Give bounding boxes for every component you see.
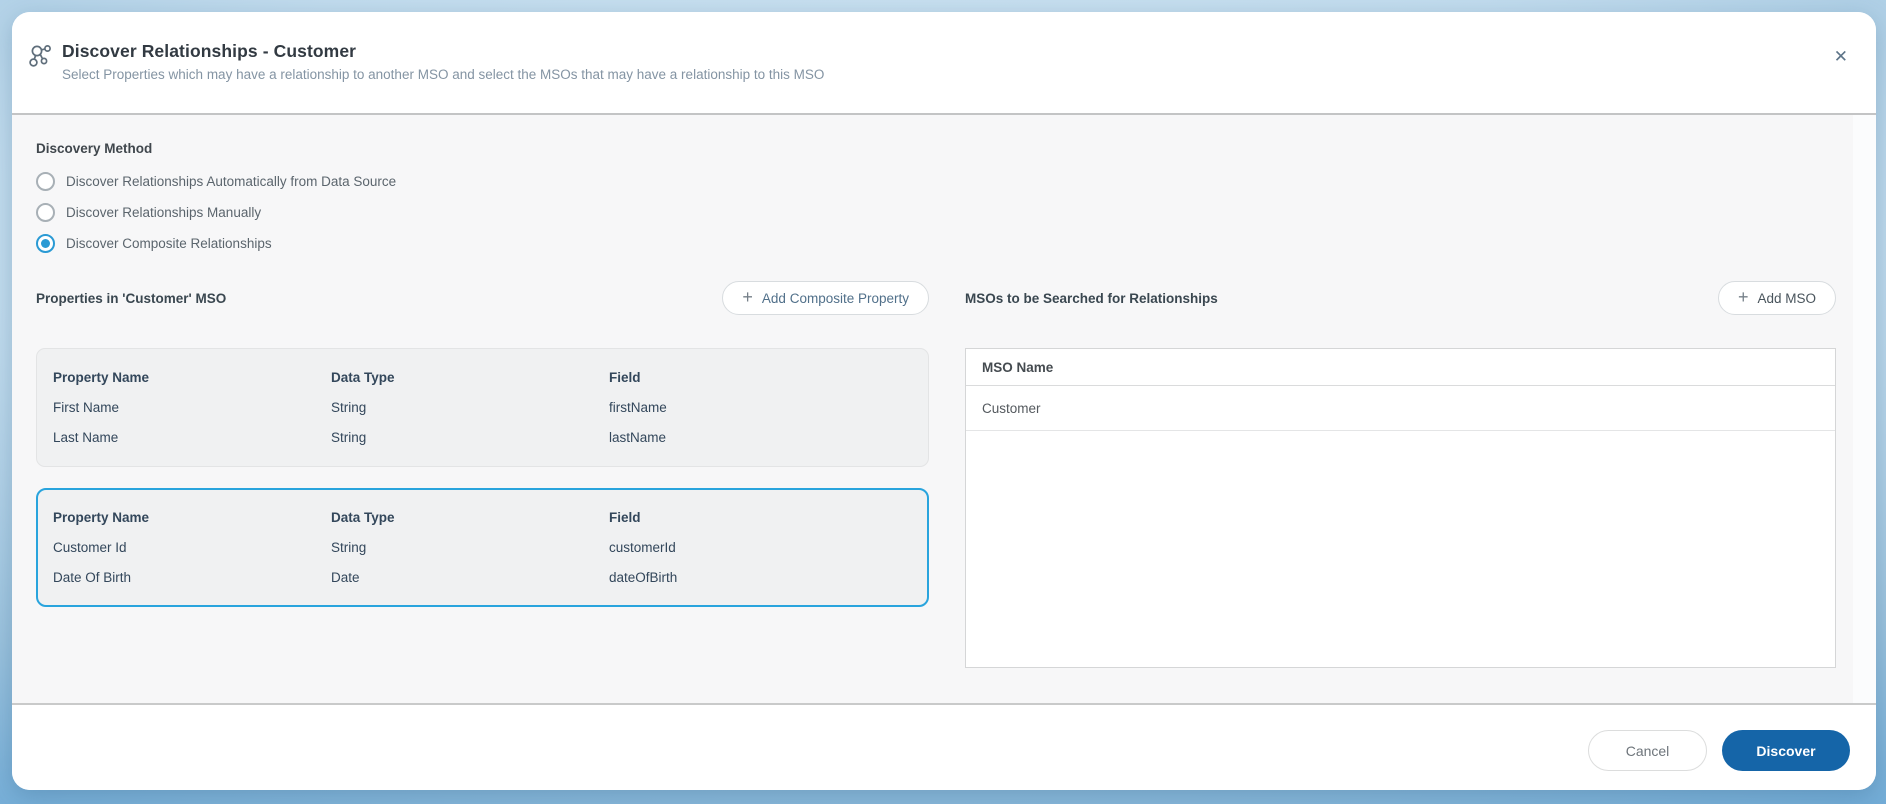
mso-panel-header: MSOs to be Searched for Relationships + … xyxy=(965,281,1836,315)
add-composite-property-button[interactable]: + Add Composite Property xyxy=(722,281,929,315)
field-cell: lastName xyxy=(609,430,912,445)
column-header: Field xyxy=(609,370,912,385)
properties-panel: Properties in 'Customer' MSO + Add Compo… xyxy=(36,281,929,668)
property-group-card[interactable]: Property Name Data Type Field First Name… xyxy=(36,348,929,467)
plus-icon: + xyxy=(1738,288,1749,306)
table-row[interactable]: Customer Id String customerId xyxy=(53,532,912,562)
discover-relationships-dialog: Discover Relationships - Customer Select… xyxy=(12,12,1876,790)
data-type-cell: String xyxy=(331,540,609,555)
close-icon[interactable]: ✕ xyxy=(1834,48,1848,65)
mso-table: MSO Name Customer xyxy=(965,348,1836,668)
data-type-cell: String xyxy=(331,400,609,415)
add-mso-label: Add MSO xyxy=(1757,291,1816,306)
properties-panel-header: Properties in 'Customer' MSO + Add Compo… xyxy=(36,281,929,315)
table-header-row: Property Name Data Type Field xyxy=(53,502,912,532)
radio-discover-automatically[interactable]: Discover Relationships Automatically fro… xyxy=(36,170,1876,192)
radio-label: Discover Relationships Automatically fro… xyxy=(66,174,396,189)
panels-row: Properties in 'Customer' MSO + Add Compo… xyxy=(36,281,1876,668)
property-name-cell: Last Name xyxy=(53,430,331,445)
column-header: Field xyxy=(609,510,912,525)
dialog-header: Discover Relationships - Customer Select… xyxy=(12,12,1876,113)
column-header: Property Name xyxy=(53,370,331,385)
scrollbar-track[interactable] xyxy=(1853,115,1876,703)
relationships-cluster-icon xyxy=(27,43,53,69)
radio-button-icon[interactable] xyxy=(36,203,55,222)
mso-name-column-header: MSO Name xyxy=(982,360,1053,375)
property-name-cell: Customer Id xyxy=(53,540,331,555)
column-header: Data Type xyxy=(331,370,609,385)
table-row[interactable]: Date Of Birth Date dateOfBirth xyxy=(53,562,912,592)
data-type-cell: String xyxy=(331,430,609,445)
column-header: Property Name xyxy=(53,510,331,525)
field-cell: customerId xyxy=(609,540,912,555)
radio-button-selected-icon[interactable] xyxy=(36,234,55,253)
dialog-subtitle: Select Properties which may have a relat… xyxy=(62,67,824,82)
add-composite-property-label: Add Composite Property xyxy=(762,291,909,306)
table-row[interactable]: First Name String firstName xyxy=(53,392,912,422)
discover-button[interactable]: Discover xyxy=(1722,730,1850,771)
mso-panel-label: MSOs to be Searched for Relationships xyxy=(965,291,1218,306)
properties-panel-label: Properties in 'Customer' MSO xyxy=(36,291,226,306)
dialog-body: Discovery Method Discover Relationships … xyxy=(12,115,1876,703)
radio-label: Discover Relationships Manually xyxy=(66,205,261,220)
discovery-method-label: Discovery Method xyxy=(36,141,1876,156)
property-name-cell: Date Of Birth xyxy=(53,570,331,585)
mso-table-row[interactable]: Customer xyxy=(966,386,1835,431)
dialog-footer: Cancel Discover xyxy=(12,703,1876,790)
mso-name-cell: Customer xyxy=(982,401,1041,416)
field-cell: dateOfBirth xyxy=(609,570,912,585)
plus-icon: + xyxy=(742,288,753,306)
radio-discover-composite[interactable]: Discover Composite Relationships xyxy=(36,232,1876,254)
radio-discover-manually[interactable]: Discover Relationships Manually xyxy=(36,201,1876,223)
column-header: Data Type xyxy=(331,510,609,525)
mso-panel: MSOs to be Searched for Relationships + … xyxy=(965,281,1836,668)
property-group-card-selected[interactable]: Property Name Data Type Field Customer I… xyxy=(36,488,929,607)
property-name-cell: First Name xyxy=(53,400,331,415)
radio-label: Discover Composite Relationships xyxy=(66,236,272,251)
add-mso-button[interactable]: + Add MSO xyxy=(1718,281,1836,315)
discovery-method-radio-group: Discover Relationships Automatically fro… xyxy=(36,170,1876,254)
table-header-row: Property Name Data Type Field xyxy=(53,362,912,392)
table-row[interactable]: Last Name String lastName xyxy=(53,422,912,452)
field-cell: firstName xyxy=(609,400,912,415)
data-type-cell: Date xyxy=(331,570,609,585)
mso-table-header-row: MSO Name xyxy=(966,349,1835,386)
cancel-button[interactable]: Cancel xyxy=(1588,730,1707,771)
dialog-header-text: Discover Relationships - Customer Select… xyxy=(62,41,824,82)
dialog-title: Discover Relationships - Customer xyxy=(62,41,824,62)
radio-button-icon[interactable] xyxy=(36,172,55,191)
